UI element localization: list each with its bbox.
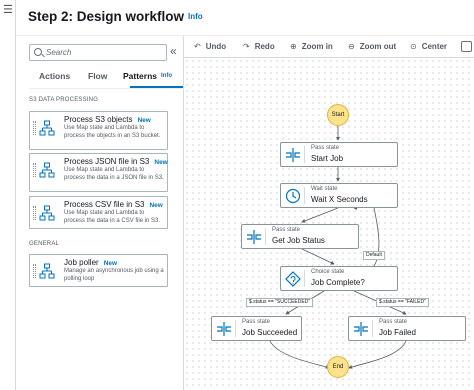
pattern-card-process-s3-objects[interactable]: Process S3 objects New Use Map state and … xyxy=(29,111,168,150)
state-name-label: Wait X Seconds xyxy=(311,195,368,204)
edge-label-failed-rule: $.status == "FAILED" xyxy=(376,298,429,307)
map-state-icon xyxy=(39,205,55,221)
edge-label-default: Default xyxy=(363,251,385,260)
menu-icon[interactable]: ☰ xyxy=(3,5,14,16)
end-node[interactable]: End xyxy=(327,356,349,378)
state-node-job-succeeded[interactable]: Pass state Job Succeeded xyxy=(211,316,302,341)
choice-state-icon xyxy=(285,271,301,287)
state-name-label: Job Failed xyxy=(379,328,416,337)
map-state-icon xyxy=(39,263,55,279)
active-tab-indicator xyxy=(130,86,183,88)
drag-handle-icon[interactable] xyxy=(33,206,36,220)
search-input[interactable]: Search xyxy=(29,44,167,61)
drag-handle-icon[interactable] xyxy=(33,121,36,135)
canvas-toolbar: ↶ Undo ↷ Redo ⊕ Zoom in ⊖ Zoom out ⊙ Center xyxy=(184,36,474,58)
pass-state-icon xyxy=(286,148,300,162)
state-name-label: Job Succeeded xyxy=(242,328,298,337)
fit-view-icon[interactable] xyxy=(461,41,472,52)
state-type-label: Pass state xyxy=(311,145,340,151)
node-separator xyxy=(304,187,305,204)
workflow-canvas[interactable]: Start Pass state Start Job Wait state Wa… xyxy=(184,58,474,390)
card-title: Process CSV file in S3 New xyxy=(64,200,163,209)
state-node-get-job-status[interactable]: Pass state Get Job Status xyxy=(241,224,359,249)
state-node-wait[interactable]: Wait state Wait X Seconds xyxy=(280,183,398,208)
state-node-job-failed[interactable]: Pass state Job Failed xyxy=(348,316,466,341)
zoom-in-button[interactable]: ⊕ Zoom in xyxy=(290,42,333,51)
pass-state-icon xyxy=(247,230,261,244)
pattern-card-job-poller[interactable]: Job poller New Manage an asynchronous job… xyxy=(29,254,168,287)
state-type-label: Pass state xyxy=(379,319,408,325)
zoom-out-icon: ⊖ xyxy=(348,42,355,51)
search-placeholder: Search xyxy=(46,48,72,57)
node-separator xyxy=(304,146,305,163)
state-type-label: Choice state xyxy=(311,269,345,275)
side-nav-strip: ☰ xyxy=(0,0,16,390)
state-name-label: Start Job xyxy=(311,154,344,163)
center-icon: ⊙ xyxy=(410,42,417,51)
center-button[interactable]: ⊙ Center xyxy=(410,42,447,51)
card-title: Process S3 objects New xyxy=(64,115,151,124)
panel-tabs: Actions Flow Patterns Info xyxy=(29,67,184,89)
state-node-choice[interactable]: Choice state Job Complete? xyxy=(280,266,398,291)
start-node[interactable]: Start xyxy=(327,104,349,126)
collapse-panel-icon[interactable]: « xyxy=(170,44,177,58)
node-separator xyxy=(265,228,266,245)
page-title: Step 2: Design workflow Info xyxy=(28,9,203,24)
zoom-out-button[interactable]: ⊖ Zoom out xyxy=(348,42,396,51)
node-separator xyxy=(235,320,236,337)
new-badge: New xyxy=(149,202,163,209)
pattern-card-process-csv[interactable]: Process CSV file in S3 New Use Map state … xyxy=(29,196,168,229)
tab-patterns[interactable]: Patterns Info xyxy=(123,71,172,81)
zoom-in-icon: ⊕ xyxy=(290,42,297,51)
page-title-text: Step 2: Design workflow xyxy=(28,9,185,24)
tab-patterns-label: Patterns xyxy=(123,71,158,81)
wait-state-icon xyxy=(285,188,301,204)
undo-icon: ↶ xyxy=(194,42,201,51)
section-label-general: GENERAL xyxy=(29,241,60,247)
card-description: Use Map state and Lambda to process the … xyxy=(64,167,164,181)
state-type-label: Pass state xyxy=(242,319,271,325)
card-description: Use Map state and Lambda to process the … xyxy=(64,125,161,139)
state-type-label: Wait state xyxy=(311,186,338,192)
state-name-label: Get Job Status xyxy=(272,236,325,245)
card-description: Use Map state and Lambda to process the … xyxy=(64,210,161,224)
node-separator xyxy=(304,270,305,287)
info-link[interactable]: Info xyxy=(188,12,203,21)
node-separator xyxy=(372,320,373,337)
redo-icon: ↷ xyxy=(243,42,250,51)
search-icon xyxy=(34,48,42,56)
undo-button[interactable]: ↶ Undo xyxy=(194,42,226,51)
pass-state-icon xyxy=(354,322,368,336)
pass-state-icon xyxy=(217,322,231,336)
pattern-card-process-json[interactable]: Process JSON file in S3 New Use Map state… xyxy=(29,153,168,192)
tab-flow[interactable]: Flow xyxy=(88,71,107,81)
new-badge: New xyxy=(137,117,151,124)
section-label-s3: S3 DATA PROCESSING xyxy=(29,97,99,103)
state-type-label: Pass state xyxy=(272,227,301,233)
state-node-start-job[interactable]: Pass state Start Job xyxy=(280,142,398,167)
card-description: Manage an asynchronous job using a polli… xyxy=(64,268,164,282)
map-state-icon xyxy=(39,120,55,136)
new-badge: New xyxy=(154,159,168,166)
drag-handle-icon[interactable] xyxy=(33,264,36,278)
tab-actions[interactable]: Actions xyxy=(39,71,70,81)
edge-label-succeeded-rule: $.status == "SUCCEEDED" xyxy=(246,298,314,307)
tab-info-link[interactable]: Info xyxy=(161,73,172,79)
page-header: Step 2: Design workflow Info xyxy=(16,0,474,36)
states-browser-panel: Search « Actions Flow Patterns Info S3 DA… xyxy=(16,36,184,390)
state-name-label: Job Complete? xyxy=(311,278,365,287)
redo-button[interactable]: ↷ Redo xyxy=(243,42,275,51)
card-title: Process JSON file in S3 New xyxy=(64,157,168,166)
new-badge: New xyxy=(103,260,118,267)
drag-handle-icon[interactable] xyxy=(33,163,36,177)
map-state-icon xyxy=(39,162,55,178)
card-title: Job poller New xyxy=(64,258,118,267)
